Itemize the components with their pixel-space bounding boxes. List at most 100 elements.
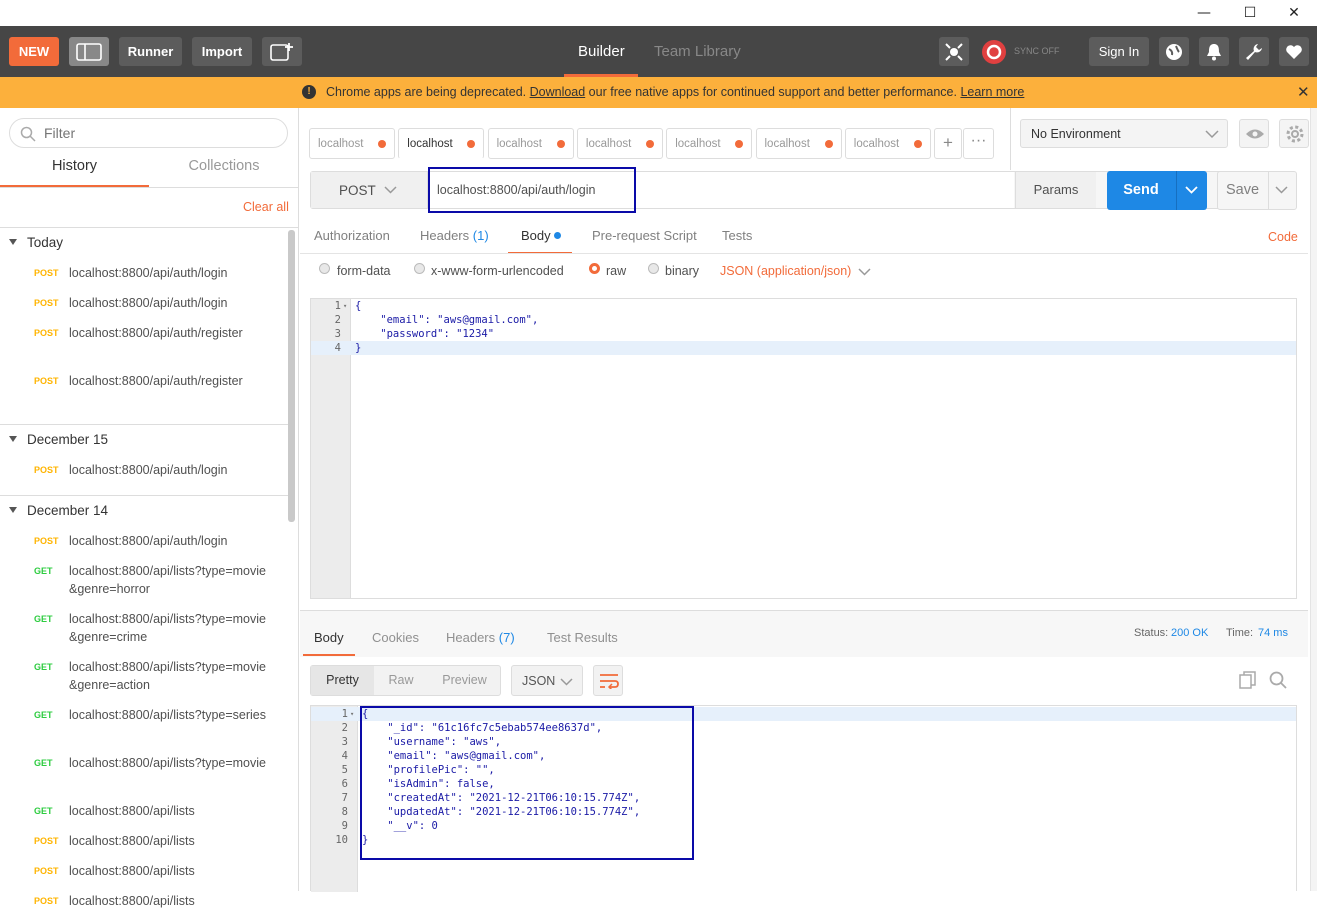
history-item[interactable]: GET localhost:8800/api/lists?type=movie&g… — [0, 604, 288, 652]
tab-collections[interactable]: Collections — [149, 158, 299, 188]
code-link[interactable]: Code — [1268, 230, 1298, 244]
tab-headers[interactable]: Headers (1) — [420, 228, 489, 243]
request-tab[interactable]: localhost — [666, 128, 753, 159]
sync-button[interactable] — [980, 38, 1008, 66]
new-window-button[interactable] — [262, 37, 302, 66]
content-type-select[interactable]: JSON (application/json) — [720, 264, 851, 278]
request-body-editor[interactable]: 1 ▾{2 "email": "aws@gmail.com", 3 "passwor… — [310, 298, 1297, 599]
history-item[interactable]: GET localhost:8800/api/lists — [0, 796, 288, 826]
environment-select[interactable]: No Environment — [1020, 119, 1228, 148]
banner-text-middle: our free native apps for continued suppo… — [585, 85, 961, 99]
request-tab[interactable]: localhost — [844, 128, 931, 159]
status-value: 200 OK — [1171, 627, 1209, 639]
sidebar-scrollbar[interactable] — [288, 230, 295, 522]
history-item[interactable]: POST localhost:8800/api/lists — [0, 826, 288, 856]
chevron-down-icon[interactable] — [1185, 186, 1198, 194]
save-button[interactable]: Save — [1218, 172, 1267, 209]
request-tab[interactable]: localhost — [755, 128, 842, 159]
radio-raw[interactable] — [589, 263, 600, 274]
history-item[interactable]: POST localhost:8800/api/auth/register — [0, 366, 288, 414]
download-link[interactable]: Download — [530, 85, 586, 99]
response-format-select[interactable]: JSON — [511, 665, 583, 696]
history-group-header[interactable]: Today — [0, 228, 288, 258]
response-tab-body[interactable]: Body — [314, 630, 344, 645]
radio-form-data[interactable] — [319, 263, 330, 274]
globe-button[interactable] — [1159, 37, 1189, 66]
search-icon[interactable] — [1269, 671, 1287, 689]
request-tab[interactable]: localhost — [576, 128, 663, 159]
filter-field[interactable] — [9, 118, 288, 148]
tab-history[interactable]: History — [0, 158, 149, 188]
history-item[interactable]: POST localhost:8800/api/lists — [0, 856, 288, 886]
response-tab-headers[interactable]: Headers (7) — [446, 630, 515, 645]
history-item[interactable]: GET localhost:8800/api/lists?type=series — [0, 700, 288, 748]
chevron-down-icon[interactable] — [858, 268, 871, 276]
history-item[interactable]: POST localhost:8800/api/auth/login — [0, 288, 288, 318]
tab-authorization[interactable]: Authorization — [314, 228, 390, 243]
pretty-button[interactable]: Pretty — [311, 666, 374, 695]
main-scrollbar-track[interactable] — [1310, 108, 1317, 891]
radio-binary[interactable] — [648, 263, 659, 274]
history-item[interactable]: POST localhost:8800/api/auth/login — [0, 258, 288, 288]
history-item[interactable]: POST localhost:8800/api/auth/login — [0, 526, 288, 556]
code-text: } — [355, 342, 362, 354]
copy-icon[interactable] — [1239, 671, 1257, 689]
settings-button[interactable] — [1239, 37, 1269, 66]
notifications-button[interactable] — [1199, 37, 1229, 66]
environment-quick-look-button[interactable] — [1239, 119, 1269, 148]
history-item[interactable]: GET localhost:8800/api/lists?type=movie — [0, 748, 288, 796]
line-number: 4 — [341, 750, 348, 762]
raw-button[interactable]: Raw — [374, 666, 428, 695]
tab-builder[interactable]: Builder — [578, 26, 625, 77]
caret-down-icon — [9, 507, 17, 513]
interceptor-button[interactable] — [939, 37, 969, 66]
history-item[interactable]: POST localhost:8800/api/auth/login — [0, 455, 288, 485]
history-group-header[interactable]: December 14 — [0, 496, 288, 526]
learn-more-link[interactable]: Learn more — [960, 85, 1024, 99]
manage-environments-button[interactable] — [1279, 119, 1309, 148]
method-select[interactable]: POST — [311, 172, 428, 208]
history-url: localhost:8800/api/lists?type=movie — [69, 756, 266, 770]
runner-button[interactable]: Runner — [119, 37, 182, 66]
request-tab[interactable]: localhost — [487, 128, 574, 159]
add-tab-button[interactable]: + — [934, 128, 962, 159]
sign-in-button[interactable]: Sign In — [1089, 37, 1149, 66]
new-button[interactable]: NEW — [9, 37, 59, 66]
send-button[interactable]: Send — [1107, 171, 1175, 210]
close-banner-icon[interactable]: ✕ — [1297, 83, 1310, 101]
history-item[interactable]: GET localhost:8800/api/lists?type=movie&g… — [0, 556, 288, 604]
more-tabs-button[interactable]: ··· — [963, 128, 994, 159]
tab-team-library[interactable]: Team Library — [654, 26, 741, 77]
request-tab[interactable]: localhost — [398, 128, 485, 159]
favorites-button[interactable] — [1279, 37, 1309, 66]
request-tab-label: localhost — [496, 137, 542, 150]
history-group-title: Today — [27, 235, 64, 250]
tab-tests[interactable]: Tests — [722, 228, 752, 243]
radio-urlencoded[interactable] — [414, 263, 425, 274]
close-window-button[interactable]: ✕ — [1271, 0, 1317, 26]
method-badge: GET — [34, 614, 53, 624]
params-button[interactable]: Params — [1015, 172, 1096, 208]
tab-body[interactable]: Body — [521, 228, 551, 243]
request-tab[interactable]: localhost — [309, 128, 395, 159]
import-button[interactable]: Import — [192, 37, 252, 66]
unsaved-dot — [378, 140, 386, 148]
filter-input[interactable] — [44, 124, 244, 142]
chevron-down-icon[interactable] — [1275, 186, 1288, 194]
minimize-button[interactable]: — — [1181, 0, 1227, 26]
history-group-header[interactable]: December 15 — [0, 425, 288, 455]
history-item[interactable]: GET localhost:8800/api/lists?type=movie&g… — [0, 652, 288, 700]
maximize-button[interactable]: ☐ — [1227, 0, 1273, 26]
fold-arrow-icon[interactable]: ▾ — [343, 299, 347, 313]
response-tab-cookies[interactable]: Cookies — [372, 630, 419, 645]
method-badge: POST — [34, 536, 59, 546]
preview-button[interactable]: Preview — [428, 666, 501, 695]
unsaved-dot — [913, 140, 922, 148]
toggle-sidebar-button[interactable] — [69, 37, 109, 66]
response-tab-test-results[interactable]: Test Results — [547, 630, 618, 645]
fold-arrow-icon[interactable]: ▾ — [350, 707, 354, 721]
history-item[interactable]: POST localhost:8800/api/auth/register — [0, 318, 288, 366]
tab-pre-request-script[interactable]: Pre-request Script — [592, 228, 697, 243]
clear-all-link[interactable]: Clear all — [243, 200, 289, 214]
wrap-lines-button[interactable] — [593, 665, 623, 696]
